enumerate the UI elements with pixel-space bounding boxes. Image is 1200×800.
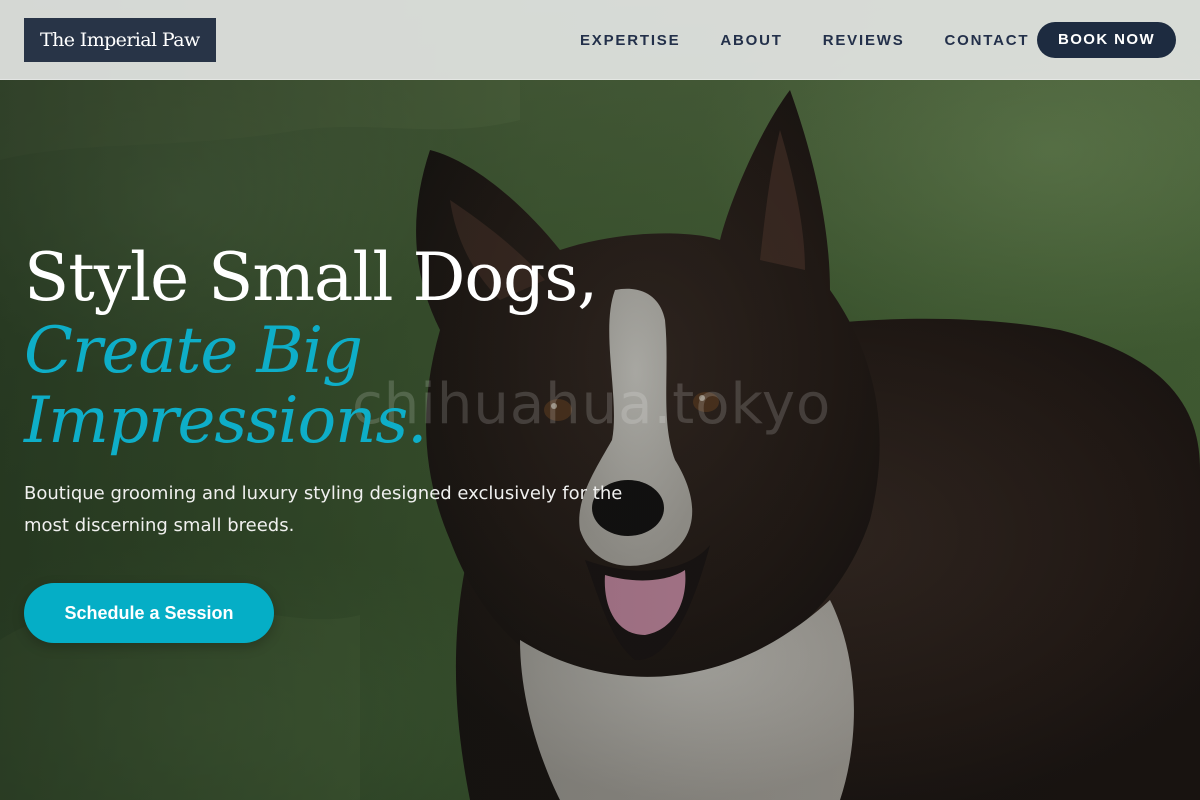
nav-link-about[interactable]: ABOUT bbox=[720, 32, 782, 49]
nav-link-reviews[interactable]: REVIEWS bbox=[823, 32, 905, 49]
nav-link-contact[interactable]: CONTACT bbox=[945, 32, 1030, 49]
hero-headline-line1: Style Small Dogs, bbox=[24, 239, 598, 316]
site-header: The Imperial Paw EXPERTISE ABOUT REVIEWS… bbox=[0, 0, 1200, 80]
hero-headline-accent-line1: Create Big bbox=[24, 314, 363, 388]
nav-link-expertise[interactable]: EXPERTISE bbox=[580, 32, 680, 49]
page: chihuahua.tokyo The Imperial Paw EXPERTI… bbox=[0, 0, 1200, 800]
book-now-button[interactable]: BOOK NOW bbox=[1037, 22, 1176, 58]
hero-subtext: Boutique grooming and luxury styling des… bbox=[24, 483, 623, 536]
main-nav: EXPERTISE ABOUT REVIEWS CONTACT bbox=[580, 0, 1029, 80]
schedule-session-button[interactable]: Schedule a Session bbox=[24, 583, 274, 643]
hero-headline-accent-line2: Impressions. bbox=[24, 384, 428, 458]
brand-logo[interactable]: The Imperial Paw bbox=[24, 18, 216, 62]
hero-headline: Style Small Dogs, Create Big Impressions… bbox=[24, 239, 598, 458]
